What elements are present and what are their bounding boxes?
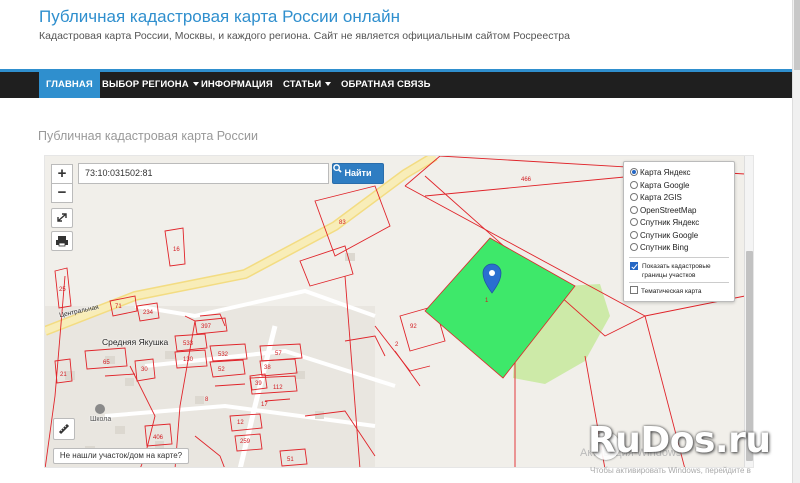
layer-yandex-map[interactable]: Карта Яндекс [630,167,691,179]
radio[interactable] [630,243,638,251]
village-area [45,306,375,467]
parcel-number: 12 [237,420,244,426]
layer-divider [629,257,729,258]
layer-switcher: Карта Яндекс Карта Google Карта 2GIS Ope… [623,161,735,302]
layer-osm[interactable]: OpenStreetMap [630,205,696,217]
layer-label: Спутник Яндекс [640,218,700,227]
ruler-button[interactable] [53,418,75,440]
show-borders-checkbox[interactable] [630,262,641,271]
parcel-number: 17 [261,402,268,408]
layer-label: Спутник Bing [640,243,689,252]
layer-label: OpenStreetMap [640,205,697,215]
layer-google-satellite[interactable]: Спутник Google [630,230,698,242]
thematic-label: Тематическая карта [641,288,702,295]
parcel-number: 532 [218,352,229,358]
layer-bing-satellite[interactable]: Спутник Bing [630,242,688,254]
radio[interactable] [630,218,638,226]
checkbox[interactable] [630,286,638,294]
parcel-number: 30 [141,367,148,373]
zoom-out-button[interactable]: − [51,183,73,203]
thematic-map-option[interactable]: Тематическая карта [630,286,702,298]
not-found-button[interactable]: Не нашли участок/дом на карте? [53,448,189,464]
nav-articles-label: СТАТЬИ [283,79,322,90]
radio-selected[interactable] [630,168,638,176]
parcel-number: 130 [183,357,194,363]
school-label: Школа [90,416,112,423]
nav-feedback[interactable]: ОБРАТНАЯ СВЯЗЬ [334,72,438,98]
page-heading: Публичная кадастровая карта России [38,129,258,143]
layer-2gis-map[interactable]: Карта 2GIS [630,192,682,204]
nav-info[interactable]: ИНФОРМАЦИЯ [194,72,280,98]
parcel-number: 406 [153,435,164,441]
parcel-number: 234 [143,310,154,316]
checkbox-checked[interactable] [630,262,638,270]
layer-label: Карта 2GIS [640,193,682,202]
watermark-text: RuDos.ru [588,420,771,461]
show-borders-label-1: Показать кадастровые [642,263,711,270]
village-label: Средняя Якушка [102,337,169,347]
parcel-number: 16 [173,247,180,253]
nav-home[interactable]: ГЛАВНАЯ [39,72,100,98]
parcel-number: 21 [60,372,67,378]
parcel-number: 83 [339,220,346,226]
fullscreen-button[interactable] [51,208,73,228]
parcel-number: 466 [521,177,532,183]
layer-divider [629,282,729,283]
parcel-number: 112 [273,385,283,391]
page-scrollbar[interactable] [792,0,800,483]
nav-home-label: ГЛАВНАЯ [46,79,93,90]
zoom-in-button[interactable]: + [51,164,73,184]
parcel-number: 39 [255,381,262,387]
radio[interactable] [630,230,638,239]
nav-info-label: ИНФОРМАЦИЯ [201,79,273,90]
nav-articles[interactable]: СТАТЬИ [276,72,338,98]
site-subtitle: Кадастровая карта России, Москвы, и кажд… [39,30,570,42]
radio[interactable] [630,205,638,214]
layer-google-map[interactable]: Карта Google [630,180,689,192]
layer-label: Карта Яндекс [640,168,691,177]
cadastral-search-input[interactable]: 73:10:031502:81 [78,163,329,184]
nav-feedback-label: ОБРАТНАЯ СВЯЗЬ [341,79,431,90]
site-title[interactable]: Публичная кадастровая карта России онлай… [39,7,400,27]
search-button-label: Найти [344,168,372,178]
show-borders-label-2: границы участков [642,272,696,279]
parcel-number: 259 [240,439,251,445]
school-icon[interactable] [95,404,105,414]
parcel-number: 52 [218,367,225,373]
parcel-number: 51 [287,457,294,463]
layer-label: Спутник Google [640,230,699,240]
parcel-number: 25 [59,287,66,293]
chevron-down-icon [325,82,332,87]
nav-region-label: ВЫБОР РЕГИОНА [102,79,189,90]
ruler-icon [58,423,70,435]
nav-region[interactable]: ВЫБОР РЕГИОНА [95,72,206,98]
site-header: Публичная кадастровая карта России онлай… [0,0,800,70]
windows-activation-hint: Чтобы активировать Windows, перейдите в [590,466,751,475]
parcel-number: 397 [201,324,212,330]
search-icon [333,164,342,173]
radio[interactable] [630,193,638,201]
print-button[interactable] [51,231,73,251]
parcel-number: 92 [410,324,417,330]
parcel-number: 65 [103,360,110,366]
main-navbar: ГЛАВНАЯ ВЫБОР РЕГИОНА ИНФОРМАЦИЯ СТАТЬИ … [0,69,792,98]
parcel-number: 533 [183,341,194,347]
radio[interactable] [630,180,638,189]
layer-label: Карта Google [640,180,690,190]
parcel-number: 57 [275,351,282,357]
expand-icon [57,213,67,222]
parcel-number: 38 [264,365,271,371]
parcel-number: 71 [115,304,122,310]
layer-yandex-satellite[interactable]: Спутник Яндекс [630,217,699,229]
page-scrollbar-thumb[interactable] [794,0,800,70]
printer-icon [56,236,68,247]
search-button[interactable]: Найти [332,163,384,184]
